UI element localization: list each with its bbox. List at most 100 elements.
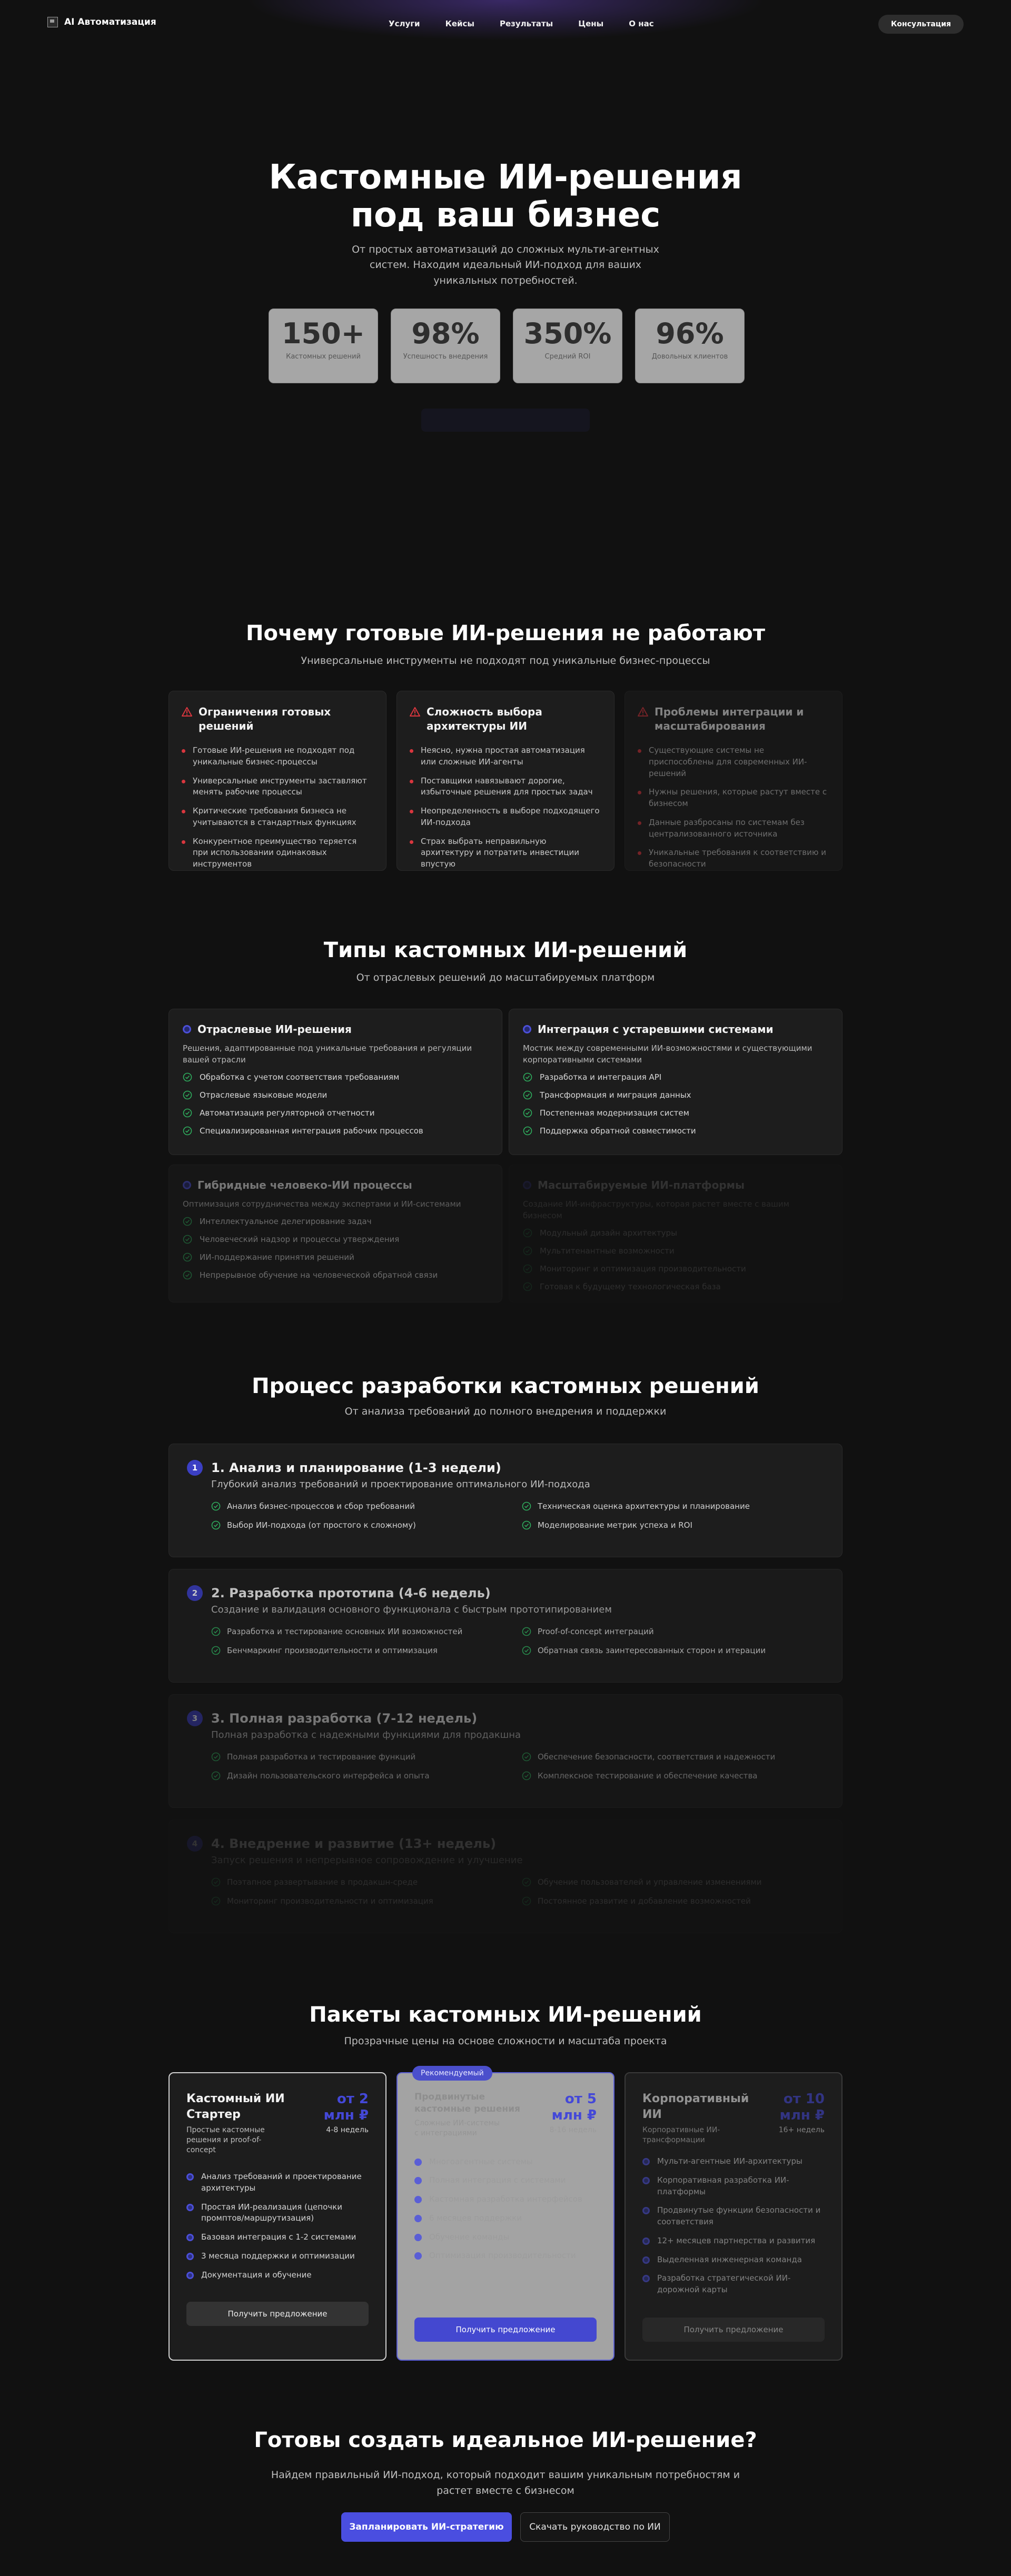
bullet-icon (186, 2271, 194, 2279)
nav-link-about[interactable]: О нас (629, 19, 653, 28)
bullet-dot-icon (182, 749, 185, 753)
bullet-icon (414, 2214, 422, 2222)
problem-item-text: Данные разбросаны по системам без центра… (649, 817, 805, 839)
download-guide-button[interactable]: Скачать руководство по ИИ (520, 2512, 670, 2542)
check-circle-icon (183, 1108, 192, 1117)
type-feature-text: Мониторинг и оптимизация производительно… (540, 1264, 746, 1274)
step-task-text: Обучение пользователей и управление изме… (538, 1877, 762, 1887)
type-feature-text: Автоматизация регуляторной отчетности (200, 1108, 375, 1118)
brand-name: AI Автоматизация (64, 17, 156, 27)
brand-logo[interactable]: AI Автоматизация (47, 17, 156, 27)
plan-feature: Корпоративная разработка ИИ-платформы (642, 2175, 825, 2198)
check-circle-icon (183, 1252, 192, 1262)
step-number: 1 (187, 1460, 203, 1476)
solution-type-card: Отраслевые ИИ-решения Решения, адаптиров… (168, 1009, 502, 1155)
get-offer-button[interactable]: Получить предложение (186, 2302, 369, 2326)
problem-item-text: Существующие системы не приспособлены дл… (649, 745, 807, 778)
nav-link-cases[interactable]: Кейсы (445, 19, 474, 28)
hero-title-line-2: под ваш бизнес (350, 195, 661, 235)
problem-item-text: Уникальные требования к соответствию и б… (649, 848, 827, 869)
type-feature-text: Непрерывное обучение на человеческой обр… (200, 1270, 438, 1280)
type-feature: Модульный дизайн архитектуры (523, 1228, 828, 1238)
step-task-text: Полная разработка и тестирование функций (227, 1752, 416, 1762)
problem-card: Сложность выбора архитектуры ИИ Неясно, … (397, 691, 614, 871)
check-circle-icon (523, 1228, 532, 1237)
step-task: Выбор ИИ-подхода (от простого к сложному… (211, 1520, 522, 1530)
type-feature: Постепенная модернизация систем (523, 1108, 828, 1118)
get-offer-button[interactable]: Получить предложение (642, 2318, 825, 2342)
problem-item-text: Универсальные инструменты заставляют мен… (193, 775, 367, 797)
problem-item: Нужны решения, которые растут вместе с б… (638, 787, 829, 810)
problem-card: Проблемы интеграции и масштабирования Су… (625, 691, 843, 871)
pricing-card-enterprise: Корпоративный ИИ Корпоративные ИИ-трансф… (625, 2072, 843, 2361)
check-circle-icon (183, 1126, 192, 1135)
plan-feature: Продвинутые функции безопасности и соотв… (642, 2205, 825, 2228)
step-number: 3 (187, 1710, 203, 1726)
check-circle-icon (522, 1501, 531, 1511)
solution-type-card: Масштабируемые ИИ-платформы Создание ИИ-… (509, 1165, 843, 1302)
plan-feature: 3 месяца поддержки и оптимизации (186, 2251, 369, 2262)
plan-feature: Базовая интеграция с 1-2 системами (186, 2232, 369, 2243)
bullet-icon (186, 2173, 194, 2181)
step-task: Proof-of-concept интеграций (522, 1627, 817, 1636)
step-task-text: Анализ бизнес-процессов и сбор требовани… (227, 1501, 415, 1511)
stat-card: 98% Успешность внедрения (391, 309, 500, 383)
type-feature: Мультитенантные возможности (523, 1246, 828, 1256)
problem-item-text: Критические требования бизнеса не учитыв… (193, 806, 356, 827)
schedule-strategy-button[interactable]: Запланировать ИИ-стратегию (341, 2512, 512, 2542)
plan-feature-text: Разработка стратегической ИИ-дорожной ка… (657, 2273, 791, 2295)
hero-faded-button[interactable] (421, 409, 590, 432)
plan-feature: 6 месяцев поддержки (414, 2213, 597, 2224)
warning-icon (638, 707, 648, 717)
type-feature: ИИ-поддержание принятия решений (183, 1252, 488, 1262)
step-task-text: Мониторинг производительности и оптимиза… (227, 1896, 433, 1906)
check-circle-icon (211, 1627, 221, 1636)
bullet-icon (642, 2207, 650, 2215)
problem-item: Существующие системы не приспособлены дл… (638, 745, 829, 779)
bullet-dot-icon (182, 810, 185, 813)
plan-feature: Обучение команды (414, 2232, 597, 2243)
recommended-badge: Рекомендуемый (412, 2066, 492, 2081)
types-section-title: Типы кастомных ИИ-решений (323, 938, 688, 962)
step-task-text: Техническая оценка архитектуры и планиро… (538, 1501, 750, 1511)
step-task: Моделирование метрик успеха и ROI (522, 1520, 817, 1530)
bullet-icon (414, 2252, 422, 2260)
plan-feature-text: Корпоративная разработка ИИ-платформы (657, 2175, 789, 2196)
step-task: Обратная связь заинтересованных сторон и… (522, 1646, 817, 1655)
bullet-icon (642, 2256, 650, 2264)
step-number: 2 (187, 1585, 203, 1601)
problem-item: Готовые ИИ-решения не подходят под уника… (182, 745, 373, 768)
nav-link-services[interactable]: Услуги (389, 19, 420, 28)
problem-item-text: Страх выбрать неправильную архитектуру и… (421, 836, 579, 869)
nav-link-results[interactable]: Результаты (500, 19, 553, 28)
get-offer-button[interactable]: Получить предложение (414, 2318, 597, 2342)
plan-feature-text: Простая ИИ-реализация (цепочки промптов/… (201, 2202, 342, 2223)
type-feature-text: Обработка с учетом соответствия требован… (200, 1072, 400, 1082)
type-feature: Человеческий надзор и процессы утвержден… (183, 1235, 488, 1244)
bullet-icon (186, 2252, 194, 2260)
check-circle-icon (522, 1877, 531, 1887)
check-circle-icon (211, 1752, 221, 1762)
logo-image-icon (47, 17, 58, 27)
bullet-icon (414, 2158, 422, 2166)
stat-label: Кастомных решений (286, 353, 361, 361)
bullet-dot-icon (638, 791, 641, 795)
problem-item-text: Нужны решения, которые растут вместе с б… (649, 787, 827, 808)
step-subtitle: Полная разработка с надежными функциями … (211, 1729, 521, 1740)
stat-label: Довольных клиентов (651, 353, 728, 361)
plan-feature: Выделенная инженерная команда (642, 2254, 825, 2266)
nav-link-pricing[interactable]: Цены (578, 19, 603, 28)
consultation-button[interactable]: Консультация (878, 15, 964, 34)
plan-duration: 8-16 недель (549, 2126, 597, 2135)
check-circle-icon (211, 1501, 221, 1511)
step-task-text: Разработка и тестирование основных ИИ во… (227, 1627, 463, 1636)
check-circle-icon (523, 1282, 532, 1291)
problem-item-text: Поставщики навязывают дорогие, избыточны… (421, 775, 593, 797)
bullet-dot-icon (638, 821, 641, 825)
type-feature: Трансформация и миграция данных (523, 1090, 828, 1100)
stat-label: Средний ROI (544, 353, 591, 361)
problem-item: Универсальные инструменты заставляют мен… (182, 775, 373, 799)
problem-item-text: Готовые ИИ-решения не подходят под уника… (193, 745, 355, 767)
step-task-text: Обратная связь заинтересованных сторон и… (538, 1646, 766, 1655)
type-feature: Автоматизация регуляторной отчетности (183, 1108, 488, 1118)
